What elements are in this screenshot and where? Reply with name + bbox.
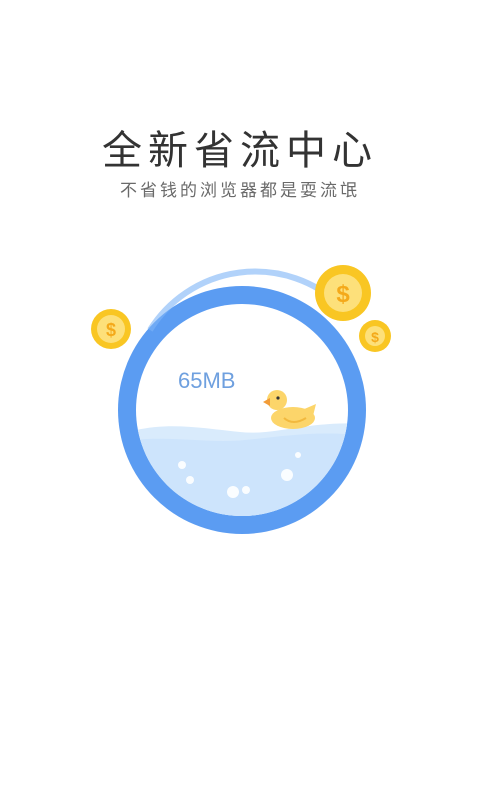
bubble <box>186 476 194 484</box>
svg-text:$: $ <box>336 281 350 308</box>
traffic-value: 65MB <box>178 368 235 393</box>
bubble <box>242 486 250 494</box>
bubble <box>295 452 301 458</box>
bubble <box>227 486 239 498</box>
dollar-coin-icon: $ <box>315 265 371 321</box>
bubble <box>178 461 186 469</box>
svg-text:$: $ <box>371 329 379 345</box>
dollar-coin-icon: $ <box>91 309 131 349</box>
svg-text:$: $ <box>106 320 116 340</box>
bubble <box>281 469 293 481</box>
dollar-coin-icon: $ <box>359 320 391 352</box>
savings-illustration: 65MB $ $ $ <box>91 265 391 534</box>
